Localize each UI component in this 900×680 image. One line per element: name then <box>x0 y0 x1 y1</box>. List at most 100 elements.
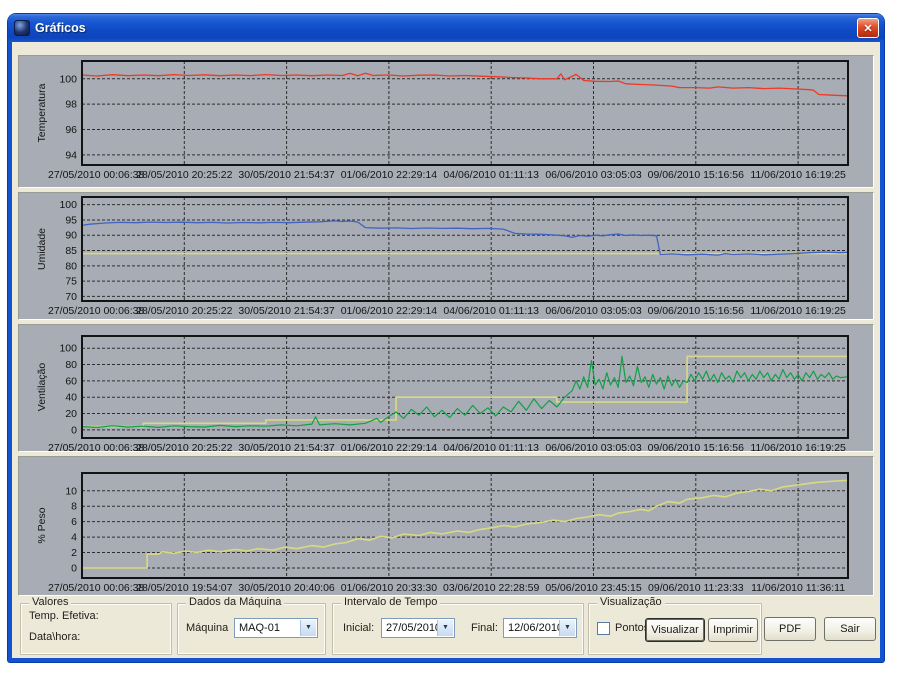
y-axis-title: Ventilação <box>36 363 48 412</box>
x-tick-label: 27/05/2010 00:06:38 <box>48 305 145 317</box>
x-tick-label: 04/06/2010 01:11:13 <box>443 442 539 451</box>
temp-efetiva-label: Temp. Efetiva: <box>29 610 99 622</box>
chevron-down-icon[interactable]: ▼ <box>559 620 575 636</box>
x-tick-label: 05/06/2010 23:45:15 <box>545 582 642 594</box>
window-title: Gráficos <box>35 21 86 35</box>
x-tick-label: 28/05/2010 20:25:22 <box>136 169 233 181</box>
pontos-checkbox[interactable] <box>597 622 610 635</box>
x-tick-label: 11/06/2010 16:19:25 <box>750 169 846 181</box>
x-tick-label: 11/06/2010 11:36:11 <box>751 582 845 594</box>
visualizacao-group: Visualização Pontos Visualizar Imprimir <box>588 603 762 655</box>
x-tick-label: 30/05/2010 21:54:37 <box>238 305 335 317</box>
app-icon <box>14 20 30 36</box>
final-label: Final: <box>471 622 498 634</box>
window: Gráficos ✕ 10098969427/05/2010 00:06:382… <box>8 14 884 662</box>
ventilacao-chart: 10080604020027/05/2010 00:06:3828/05/201… <box>19 325 873 451</box>
x-tick-label: 09/06/2010 11:23:33 <box>648 582 744 594</box>
ventilacao-chart-panel: 10080604020027/05/2010 00:06:3828/05/201… <box>18 324 874 452</box>
chevron-down-icon[interactable]: ▼ <box>300 620 316 636</box>
y-tick-label: 4 <box>71 532 77 544</box>
y-tick-label: 100 <box>59 343 77 355</box>
y-tick-label: 75 <box>65 276 77 288</box>
y-tick-label: 94 <box>65 149 77 161</box>
final-date-value: 12/06/2010 <box>508 622 563 634</box>
imprimir-button[interactable]: Imprimir <box>708 618 758 642</box>
x-tick-label: 11/06/2010 16:19:25 <box>750 442 846 451</box>
x-tick-label: 04/06/2010 01:11:13 <box>443 169 539 181</box>
y-tick-label: 100 <box>59 73 77 85</box>
y-tick-label: 0 <box>71 424 77 436</box>
inicial-date-value: 27/05/2010 <box>386 622 441 634</box>
inicial-label: Inicial: <box>343 622 374 634</box>
x-tick-label: 28/05/2010 20:25:22 <box>136 305 233 317</box>
x-tick-label: 27/05/2010 00:06:38 <box>48 582 145 594</box>
x-tick-label: 01/06/2010 20:33:30 <box>341 582 438 594</box>
maquina-select-value: MAQ-01 <box>239 622 280 634</box>
final-date-select[interactable]: 12/06/2010 ▼ <box>503 618 577 638</box>
plot-background <box>82 473 848 578</box>
y-tick-label: 0 <box>71 562 77 574</box>
chevron-down-icon[interactable]: ▼ <box>437 620 453 636</box>
chart-svg: 10095908580757027/05/2010 00:06:3828/05/… <box>19 193 873 319</box>
visualizacao-group-title: Visualização <box>597 596 665 608</box>
y-tick-label: 95 <box>65 214 77 226</box>
close-icon: ✕ <box>863 22 872 35</box>
x-tick-label: 01/06/2010 22:29:14 <box>341 169 438 181</box>
maquina-select[interactable]: MAQ-01 ▼ <box>234 618 318 638</box>
valores-group: Valores Temp. Efetiva: Data\hora: <box>20 603 172 655</box>
dados-maquina-group: Dados da Máquina Máquina MAQ-01 ▼ <box>177 603 326 655</box>
client-area: 10098969427/05/2010 00:06:3828/05/2010 2… <box>12 42 880 658</box>
x-tick-label: 03/06/2010 22:28:59 <box>443 582 540 594</box>
x-tick-label: 06/06/2010 03:05:03 <box>545 305 642 317</box>
sair-button[interactable]: Sair <box>824 617 876 641</box>
chart-svg: 100 98 96 94 27/05/2010 00:06:3828/05/2010 2… <box>19 56 873 187</box>
temperatura-chart-panel: 100 98 96 94 27/05/2010 00:06:3828/05/2010 2… <box>18 55 874 188</box>
y-tick-label: 8 <box>71 501 77 513</box>
y-tick-label: 80 <box>65 359 77 371</box>
chart-svg: 10080604020027/05/2010 00:06:3828/05/201… <box>19 325 873 451</box>
x-tick-label: 28/05/2010 19:54:07 <box>136 582 233 594</box>
y-tick-label: 10 <box>65 485 77 497</box>
x-tick-label: 27/05/2010 00:06:38 <box>48 169 145 181</box>
y-tick-label: 80 <box>65 260 77 272</box>
visualizar-button[interactable]: Visualizar <box>645 618 705 642</box>
y-tick-label: 20 <box>65 408 77 420</box>
x-tick-label: 27/05/2010 00:06:38 <box>48 442 145 451</box>
x-tick-label: 01/06/2010 22:29:14 <box>341 305 438 317</box>
temperatura-chart: 100 98 96 94 27/05/2010 00:06:3828/05/2010 2… <box>19 56 873 187</box>
intervalo-group-title: Intervalo de Tempo <box>341 596 440 608</box>
y-axis-title: Temperatura <box>36 83 48 142</box>
title-bar[interactable]: Gráficos ✕ <box>8 14 884 42</box>
pdf-button[interactable]: PDF <box>764 617 816 641</box>
y-tick-label: 96 <box>65 124 77 136</box>
y-axis-title: % Peso <box>36 507 48 543</box>
x-tick-label: 06/06/2010 03:05:03 <box>545 169 642 181</box>
plot-background <box>82 61 848 165</box>
x-tick-label: 09/06/2010 15:16:56 <box>648 305 745 317</box>
umidade-chart: 10095908580757027/05/2010 00:06:3828/05/… <box>19 193 873 319</box>
maquina-label: Máquina <box>186 622 228 634</box>
y-tick-label: 98 <box>65 99 77 111</box>
y-tick-label: 2 <box>71 547 77 559</box>
valores-group-title: Valores <box>29 596 71 608</box>
x-tick-label: 11/06/2010 16:19:25 <box>750 305 846 317</box>
y-tick-label: 70 <box>65 291 77 303</box>
x-tick-label: 01/06/2010 22:29:14 <box>341 442 438 451</box>
y-tick-label: 60 <box>65 375 77 387</box>
x-tick-label: 30/05/2010 20:40:06 <box>238 582 335 594</box>
inicial-date-select[interactable]: 27/05/2010 ▼ <box>381 618 455 638</box>
y-tick-label: 90 <box>65 230 77 242</box>
x-tick-label: 30/05/2010 21:54:37 <box>238 442 335 451</box>
y-tick-label: 85 <box>65 245 77 257</box>
dados-maquina-group-title: Dados da Máquina <box>186 596 284 608</box>
plot-background <box>82 197 848 301</box>
intervalo-tempo-group: Intervalo de Tempo Inicial: 27/05/2010 ▼… <box>332 603 584 655</box>
x-tick-label: 09/06/2010 15:16:56 <box>648 442 745 451</box>
close-button[interactable]: ✕ <box>857 18 879 38</box>
y-axis-title: Umidade <box>36 228 48 270</box>
data-hora-label: Data\hora: <box>29 631 80 643</box>
umidade-chart-panel: 10095908580757027/05/2010 00:06:3828/05/… <box>18 192 874 320</box>
x-tick-label: 28/05/2010 20:25:22 <box>136 442 233 451</box>
chart-svg: 108642027/05/2010 00:06:3828/05/2010 19:… <box>19 457 873 595</box>
x-tick-label: 30/05/2010 21:54:37 <box>238 169 335 181</box>
